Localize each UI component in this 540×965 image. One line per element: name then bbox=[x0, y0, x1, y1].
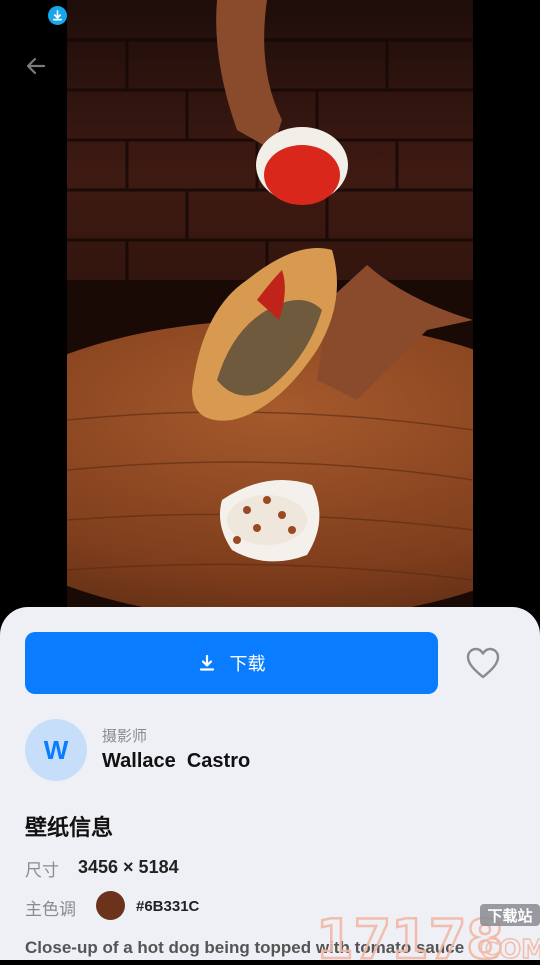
size-value: 3456 × 5184 bbox=[78, 857, 179, 877]
watermark-suffix: COM bbox=[480, 935, 540, 960]
color-swatch bbox=[96, 891, 125, 920]
photographer-label: 摄影师 bbox=[102, 728, 148, 745]
arrow-left-icon bbox=[26, 57, 46, 75]
download-button[interactable]: 下载 bbox=[25, 632, 438, 694]
main-color-label: 主色调 bbox=[25, 900, 76, 919]
heart-outline-icon bbox=[466, 647, 500, 679]
watermark-text: 17178 bbox=[316, 908, 504, 960]
photo-viewer bbox=[0, 0, 540, 620]
favorite-button[interactable] bbox=[464, 645, 502, 681]
wallpaper-photo[interactable] bbox=[67, 0, 473, 608]
photographer-name[interactable]: Wallace Castro bbox=[102, 750, 250, 773]
color-value: #6B331C bbox=[136, 898, 200, 915]
download-circle-icon bbox=[48, 6, 67, 25]
avatar[interactable]: W bbox=[25, 719, 87, 781]
section-title: 壁纸信息 bbox=[25, 815, 114, 840]
size-label: 尺寸 bbox=[25, 861, 59, 880]
site-watermark: 17178 下载站 COM bbox=[315, 900, 540, 965]
download-icon bbox=[198, 654, 216, 672]
watermark-badge: 下载站 bbox=[487, 907, 532, 925]
download-label: 下载 bbox=[229, 654, 266, 674]
back-button[interactable] bbox=[20, 50, 52, 82]
